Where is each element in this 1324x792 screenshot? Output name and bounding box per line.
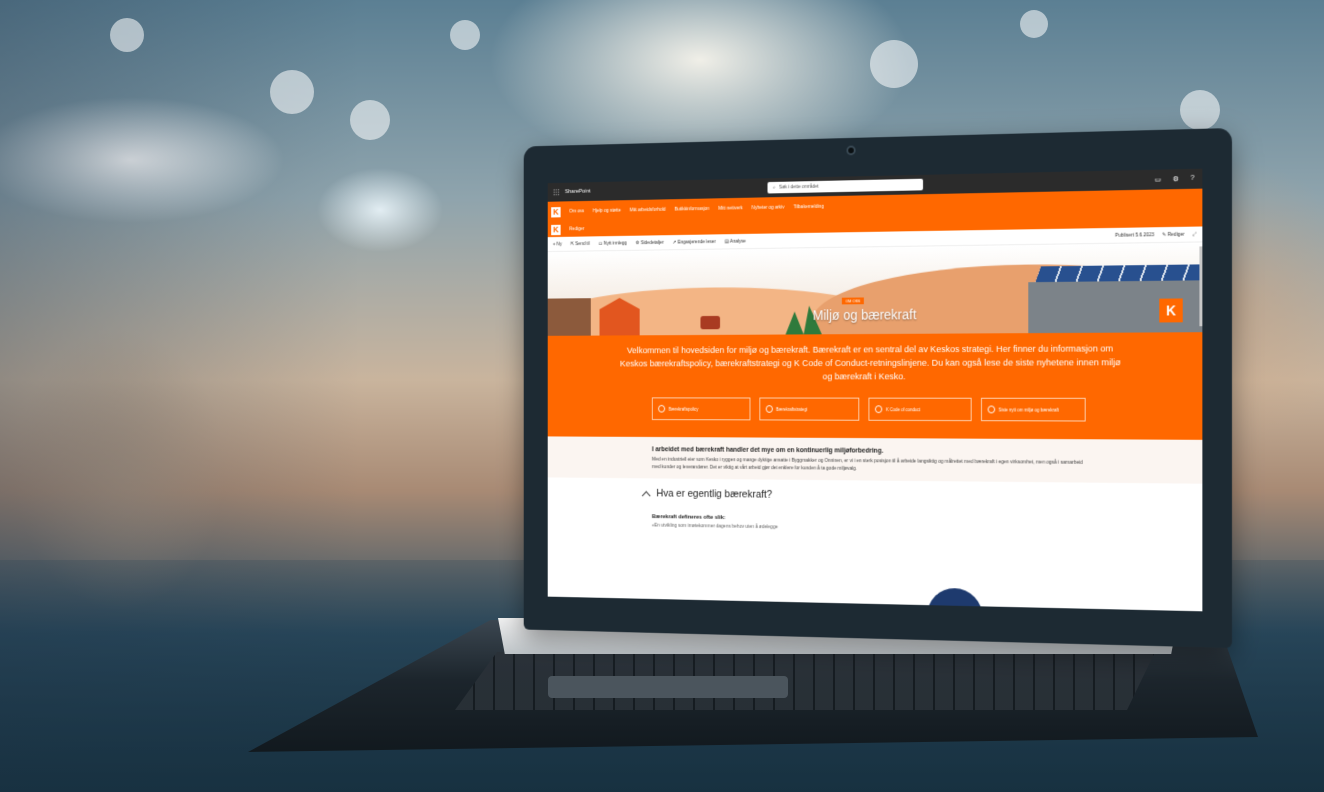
quick-link-label: Bærekraftstrategi bbox=[776, 407, 807, 412]
search-box[interactable]: ⌕ Søk i dette området bbox=[768, 179, 924, 194]
page-edit-label: Rediger bbox=[1168, 231, 1185, 237]
help-icon[interactable]: ? bbox=[1191, 175, 1195, 183]
search-icon: ⌕ bbox=[773, 185, 776, 191]
bokeh-light bbox=[870, 40, 918, 88]
touchpad bbox=[548, 676, 788, 698]
settings-icon[interactable]: ⚙ bbox=[1173, 175, 1179, 183]
quick-link-label: K Code of conduct bbox=[886, 407, 920, 412]
site-logo[interactable]: K bbox=[551, 224, 560, 234]
quick-link-code-of-conduct[interactable]: K Code of conduct bbox=[868, 398, 971, 421]
scrollbar[interactable] bbox=[1199, 246, 1202, 326]
bokeh-light bbox=[270, 70, 314, 114]
analytics-label: Analyse bbox=[730, 238, 746, 244]
document-icon bbox=[875, 405, 882, 413]
quick-link-label: Siste nytt om miljø og bærekraft bbox=[998, 407, 1058, 412]
silo-illustration bbox=[548, 298, 591, 336]
app-launcher-icon[interactable] bbox=[553, 188, 560, 196]
immersive-reader-button[interactable]: ↗ Engasjerende leser bbox=[673, 239, 716, 245]
bokeh-light bbox=[1020, 10, 1048, 38]
laptop-lid: SharePoint ⌕ Søk i dette området ▭ ⚙ ? K… bbox=[524, 128, 1232, 648]
analytics-button[interactable]: ▤ Analyse bbox=[725, 238, 746, 244]
accordion-title: Hva er egentlig bærekraft? bbox=[656, 488, 772, 501]
bokeh-light bbox=[110, 18, 144, 52]
hub-nav-item[interactable]: Hjelp og støtte bbox=[593, 208, 621, 214]
hub-nav-item[interactable]: Mitt arbeidsforhold bbox=[630, 207, 666, 213]
expand-icon[interactable]: ⤢ bbox=[1193, 231, 1197, 237]
intro-text: Velkommen til hovedsiden for miljø og bæ… bbox=[617, 342, 1124, 383]
chevron-up-icon bbox=[642, 491, 651, 500]
body-section: I arbeidet med bærekraft handler det mye… bbox=[548, 436, 1203, 483]
hub-nav-item[interactable]: Tilbakemelding bbox=[793, 204, 823, 210]
news-icon bbox=[987, 406, 995, 414]
info-icon bbox=[658, 405, 665, 413]
tractor-illustration bbox=[700, 316, 720, 329]
page-edit-button[interactable]: ✎ Rediger bbox=[1162, 231, 1185, 237]
page-details-label: Sidedetaljer bbox=[641, 239, 664, 245]
bokeh-light bbox=[450, 20, 480, 50]
send-label: Send til bbox=[575, 241, 589, 247]
k-sign-illustration: K bbox=[1159, 298, 1182, 322]
hub-nav-item[interactable]: Mitt nettverk bbox=[718, 205, 742, 211]
search-placeholder: Søk i dette området bbox=[779, 184, 819, 191]
hero-tag: OM OSS bbox=[842, 297, 864, 304]
new-button[interactable]: + Ny bbox=[553, 241, 562, 247]
intro-section: Velkommen til hovedsiden for miljø og bæ… bbox=[548, 332, 1203, 440]
quick-link-news[interactable]: Siste nytt om miljø og bærekraft bbox=[981, 398, 1086, 422]
body-heading: I arbeidet med bærekraft handler det mye… bbox=[652, 446, 1086, 456]
immersive-reader-label: Engasjerende leser bbox=[678, 239, 716, 245]
quick-link-policy[interactable]: Bærekraftspolicy bbox=[652, 397, 750, 420]
chat-icon[interactable]: ▭ bbox=[1155, 176, 1161, 184]
page-title: Miljø og bærekraft bbox=[813, 307, 917, 323]
page-details-button[interactable]: ⚙ Sidedetaljer bbox=[635, 239, 663, 245]
quick-link-strategy[interactable]: Bærekraftstrategi bbox=[759, 398, 859, 421]
bokeh-light bbox=[1180, 90, 1220, 130]
edit-link[interactable]: Rediger bbox=[569, 226, 584, 232]
new-post-label: Nytt innlegg bbox=[604, 240, 627, 246]
published-status: Publisert 5.6.2023 bbox=[1115, 232, 1154, 239]
app-name[interactable]: SharePoint bbox=[565, 189, 591, 195]
new-post-button[interactable]: ▭ Nytt innlegg bbox=[598, 240, 626, 246]
hero-banner: K OM OSS Miljø og bærekraft bbox=[548, 242, 1203, 335]
webcam bbox=[846, 146, 855, 156]
quick-link-label: Bærekraftspolicy bbox=[669, 406, 699, 411]
send-button[interactable]: ⇱ Send til bbox=[570, 241, 589, 247]
hub-nav-item[interactable]: Om oss bbox=[569, 208, 584, 214]
laptop-screen: SharePoint ⌕ Søk i dette området ▭ ⚙ ? K… bbox=[548, 169, 1203, 612]
bokeh-light bbox=[350, 100, 390, 140]
hub-nav-item[interactable]: Butikkinformasjon bbox=[674, 206, 709, 212]
kesko-logo[interactable]: K bbox=[551, 207, 560, 217]
body-text: Med en industriell eier som Kesko i rygg… bbox=[652, 457, 1086, 475]
new-label: Ny bbox=[557, 241, 562, 247]
accordion-header[interactable]: Hva er egentlig bærekraft? bbox=[548, 477, 1203, 515]
leaf-icon bbox=[765, 405, 772, 413]
decorative-circle bbox=[927, 588, 983, 612]
quick-links: Bærekraftspolicy Bærekraftstrategi K Cod… bbox=[652, 397, 1086, 421]
hub-nav-item[interactable]: Nyheter og arkiv bbox=[752, 205, 785, 211]
